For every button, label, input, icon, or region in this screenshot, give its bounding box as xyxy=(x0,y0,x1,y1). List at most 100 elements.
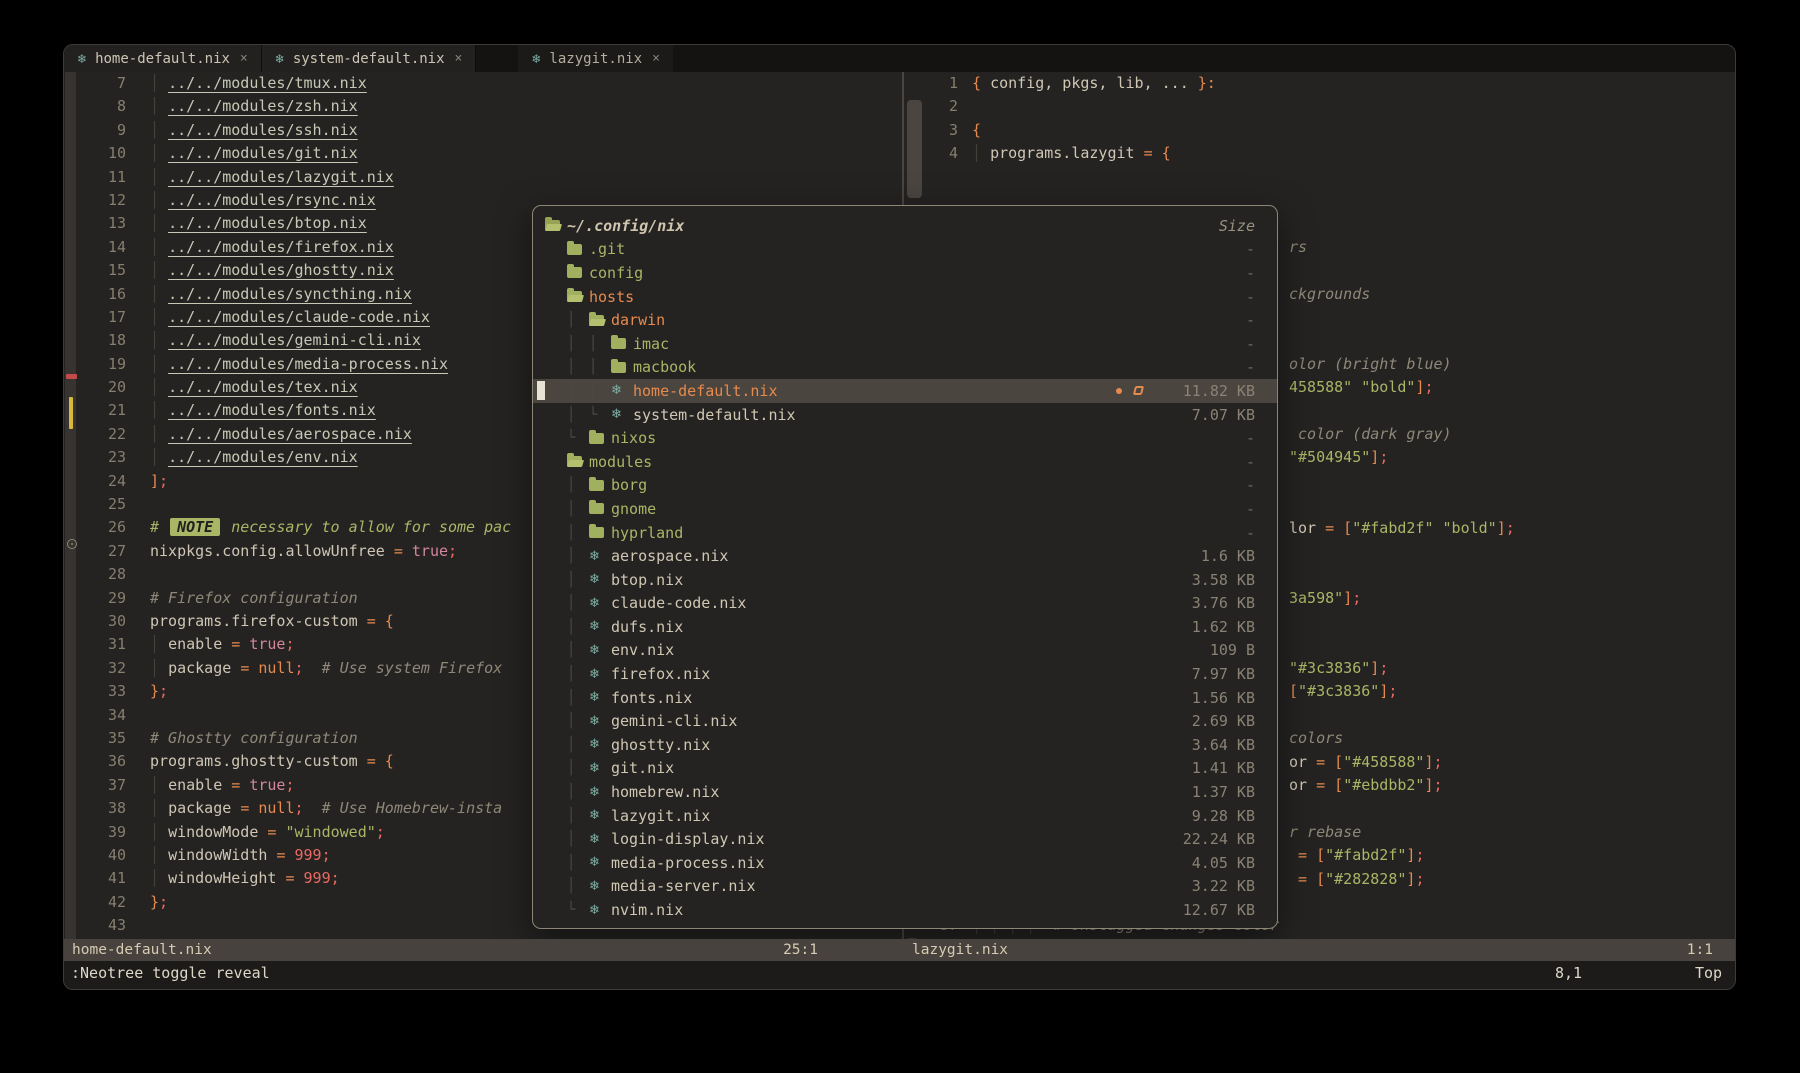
tree-row[interactable]: │hyprland- xyxy=(533,521,1277,545)
tree-row[interactable]: ││macbook- xyxy=(533,356,1277,380)
cursor-position-mark xyxy=(67,539,77,549)
line-number: 13 xyxy=(78,212,126,235)
file-size: 1.37 KB xyxy=(1159,783,1255,801)
statusline-filename: home-default.nix xyxy=(72,939,783,961)
tree-item-name: dufs.nix xyxy=(611,618,683,636)
nix-file-icon: ❄ xyxy=(589,738,600,751)
tree-row[interactable]: ││imac- xyxy=(533,332,1277,356)
tree-row[interactable]: modules - xyxy=(533,450,1277,474)
folder-icon xyxy=(589,503,604,514)
file-size: 1.56 KB xyxy=(1159,689,1255,707)
tree-row[interactable]: hosts- xyxy=(533,285,1277,309)
file-size: - xyxy=(1159,453,1255,471)
nix-file-icon: ❄ xyxy=(589,573,600,586)
tree-item-name: modules xyxy=(589,453,652,471)
left-scrollbar[interactable] xyxy=(65,72,76,939)
nix-file-icon: ❄ xyxy=(589,620,600,633)
close-icon[interactable]: × xyxy=(240,51,248,66)
file-size: - xyxy=(1159,524,1255,542)
tree-item-name: claude-code.nix xyxy=(611,594,746,612)
statusline-cursor-pos: 1:1 xyxy=(1687,939,1713,961)
tree-row[interactable]: .git- xyxy=(533,238,1277,262)
tree-row[interactable]: │darwin- xyxy=(533,308,1277,332)
indent-guide: │ xyxy=(567,760,589,776)
tree-row[interactable]: │borg- xyxy=(533,474,1277,498)
tree-row[interactable]: │❄fonts.nix1.56 KB xyxy=(533,686,1277,710)
tree-row[interactable]: │❄login-display.nix22.24 KB xyxy=(533,827,1277,851)
file-size: 12.67 KB xyxy=(1159,901,1255,919)
line-number: 15 xyxy=(78,259,126,282)
tree-row[interactable]: │❄lazygit.nix9.28 KB xyxy=(533,804,1277,828)
file-size: - xyxy=(1159,500,1255,518)
tree-row[interactable]: │└❄system-default.nix7.07 KB xyxy=(533,403,1277,427)
block-cursor xyxy=(537,381,545,400)
line-number: 25 xyxy=(78,493,126,516)
tab-system-default[interactable]: ❄ system-default.nix × xyxy=(262,45,477,72)
tree-row[interactable]: └nixos- xyxy=(533,426,1277,450)
indent-guide: └ xyxy=(567,430,589,446)
tree-row[interactable]: │❄homebrew.nix1.37 KB xyxy=(533,780,1277,804)
indent-guide: │ xyxy=(567,737,589,753)
line-number: 26 xyxy=(78,516,126,539)
code-line[interactable]: 11│ ../../modules/lazygit.nix xyxy=(64,166,902,189)
indent-guide: │ xyxy=(567,312,589,328)
code-line[interactable]: 3{ xyxy=(904,119,1735,142)
line-number: 16 xyxy=(78,283,126,306)
folder-icon xyxy=(567,267,582,278)
tree-row[interactable]: │❄gemini-cli.nix2.69 KB xyxy=(533,709,1277,733)
line-number: 33 xyxy=(78,680,126,703)
line-number: 8 xyxy=(78,95,126,118)
line-number: 1 xyxy=(932,72,958,95)
code-line[interactable]: 2 xyxy=(904,95,1735,118)
line-number: 24 xyxy=(78,470,126,493)
modified-dot-icon xyxy=(1116,388,1122,394)
close-icon[interactable]: × xyxy=(455,51,463,66)
tree-row[interactable]: │❄ghostty.nix3.64 KB xyxy=(533,733,1277,757)
nix-file-icon: ❄ xyxy=(589,786,600,799)
folder-open-icon xyxy=(567,456,582,467)
file-size: - xyxy=(1159,240,1255,258)
line-number: 28 xyxy=(78,563,126,586)
indent-guide: │ xyxy=(567,548,589,564)
right-scrollbar-thumb[interactable] xyxy=(907,100,922,198)
tree-row[interactable]: │❄media-server.nix3.22 KB xyxy=(533,875,1277,899)
line-number: 35 xyxy=(78,727,126,750)
code-line[interactable]: 7│ ../../modules/tmux.nix xyxy=(64,72,902,95)
tree-row[interactable]: │❄btop.nix3.58 KB xyxy=(533,568,1277,592)
neotree-float[interactable]: ~/.config/nixSize.git-config-hosts-│darw… xyxy=(532,205,1278,929)
tree-item-name: nixos xyxy=(611,429,656,447)
line-number: 38 xyxy=(78,797,126,820)
tree-row[interactable]: └❄nvim.nix12.67 KB xyxy=(533,898,1277,922)
code-fragment: r rebase xyxy=(1289,821,1361,844)
tree-row[interactable]: │❄git.nix1.41 KB xyxy=(533,757,1277,781)
line-number: 14 xyxy=(78,236,126,259)
code-line[interactable]: 4│ programs.lazygit = { xyxy=(904,142,1735,165)
tree-root-row[interactable]: ~/.config/nixSize xyxy=(533,214,1277,238)
tree-row[interactable]: │❄env.nix109 B xyxy=(533,639,1277,663)
tree-row[interactable]: │❄firefox.nix7.97 KB xyxy=(533,662,1277,686)
tree-row[interactable]: │❄dufs.nix1.62 KB xyxy=(533,615,1277,639)
nix-file-icon: ❄ xyxy=(589,904,600,917)
tab-lazygit[interactable]: ❄ lazygit.nix × xyxy=(518,45,673,72)
tree-row[interactable]: ││❄home-default.nix11.82 KB xyxy=(533,379,1277,403)
tree-row[interactable]: │❄claude-code.nix3.76 KB xyxy=(533,592,1277,616)
close-icon[interactable]: × xyxy=(652,51,660,66)
code-line[interactable]: 1{ config, pkgs, lib, ... }: xyxy=(904,72,1735,95)
tree-item-name: nvim.nix xyxy=(611,901,683,919)
code-line[interactable]: 9│ ../../modules/ssh.nix xyxy=(64,119,902,142)
code-line[interactable]: 10│ ../../modules/git.nix xyxy=(64,142,902,165)
tab-home-default[interactable]: ❄ home-default.nix × xyxy=(64,45,262,72)
tree-item-name: imac xyxy=(633,335,669,353)
indent-guide: │ xyxy=(567,501,589,517)
code-line[interactable]: 8│ ../../modules/zsh.nix xyxy=(64,95,902,118)
tree-row[interactable]: │❄media-process.nix4.05 KB xyxy=(533,851,1277,875)
tree-row[interactable]: │gnome- xyxy=(533,497,1277,521)
command-line[interactable]: :Neotree toggle reveal 8,1 Top xyxy=(64,961,1735,990)
file-size: 11.82 KB xyxy=(1159,382,1255,400)
line-number: 41 xyxy=(78,867,126,890)
line-number: 10 xyxy=(78,142,126,165)
tree-row[interactable]: config- xyxy=(533,261,1277,285)
indent-guide: │ xyxy=(567,572,589,588)
tree-row[interactable]: │❄aerospace.nix1.6 KB xyxy=(533,544,1277,568)
line-number: 36 xyxy=(78,750,126,773)
